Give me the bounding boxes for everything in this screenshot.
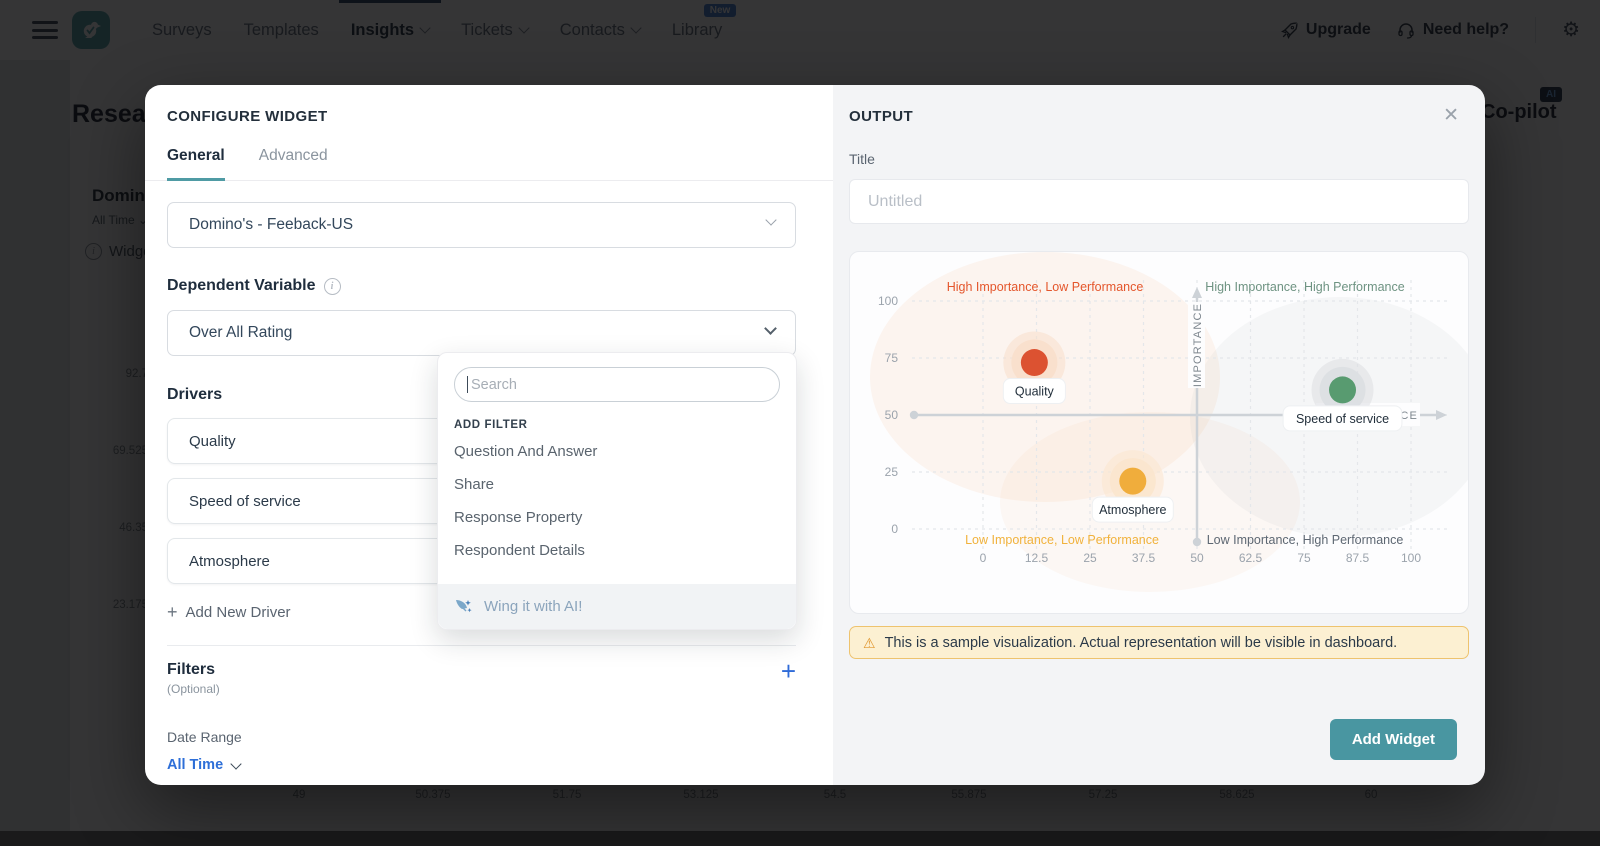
point-label: Speed of service [1296,412,1389,426]
x-tick-label: 37.5 [1132,551,1156,565]
dependent-variable-label: Dependent Variable i [167,277,796,295]
x-tick-label: 12.5 [1025,551,1049,565]
y-tick-label: 50 [885,408,899,422]
y-axis-title: IMPORTANCE [1192,303,1204,387]
chevron-down-icon [765,214,777,226]
x-tick-label: 87.5 [1346,551,1370,565]
y-tick-label: 0 [891,522,898,536]
app-window: SurveysTemplatesInsightsTicketsContactsL… [0,0,1600,846]
x-tick-label: 0 [980,551,987,565]
point-label: Quality [1015,385,1055,399]
text-cursor [467,376,468,393]
add-filter-button[interactable]: + [781,658,796,684]
info-icon: i [323,277,341,295]
date-range-label: Date Range [167,729,242,745]
y-tick-label: 75 [885,351,899,365]
quadrant-label-top-left: High Importance, Low Performance [947,280,1144,294]
filter-option[interactable]: Share [438,468,796,501]
x-tick-label: 100 [1401,551,1421,565]
sample-visualization-warning: ⚠ This is a sample visualization. Actual… [849,626,1469,659]
data-point-quality: Quality [1002,331,1066,405]
modal-title: CONFIGURE WIDGET [167,108,328,125]
x-tick-label: 62.5 [1239,551,1263,565]
add-new-driver-button[interactable]: + Add New Driver [167,602,291,623]
quadrant-label-bottom-left: Low Importance, Low Performance [965,533,1159,547]
widget-title-label: Title [849,151,875,167]
chart-preview-card: PERFORMANCE IMPORTANCE High Importance, … [849,251,1469,614]
filter-options-list: Question And Answer Share Response Propert… [438,435,796,567]
warning-text: This is a sample visualization. Actual r… [884,634,1398,651]
add-filter-dropdown: ADD FILTER Question And AnswerShareRespo… [437,352,797,630]
x-tick-label: 75 [1297,551,1311,565]
point-label: Atmosphere [1099,503,1166,517]
widget-title-input[interactable] [849,179,1469,224]
filter-option[interactable]: Response Property [438,501,796,534]
tab-general[interactable]: General [167,147,225,181]
filter-option[interactable]: Question And Answer [438,435,796,468]
y-tick-label: 25 [885,465,899,479]
x-tick-label: 25 [1083,551,1097,565]
y-tick-label: 100 [878,294,898,308]
wing-it-with-ai-option[interactable]: Wing it with AI! [438,584,796,629]
chevron-down-icon [764,322,777,335]
output-title: OUTPUT [849,108,914,125]
quadrant-label-bottom-right: Low Importance, High Performance [1207,533,1404,547]
output-pane: OUTPUT ✕ Title PERFORMANCE [833,85,1485,785]
quadrant-label-top-right: High Importance, High Performance [1205,280,1404,294]
dependent-variable-select[interactable]: Over All Rating [167,310,796,356]
plus-icon: + [167,602,178,622]
chevron-down-icon [230,758,242,770]
filter-option[interactable]: Respondent Details [438,534,796,567]
survey-select-value: Domino's - Feeback-US [189,216,354,233]
survey-select[interactable]: Domino's - Feeback-US [167,202,796,248]
dependent-variable-value: Over All Rating [189,324,293,341]
search-input[interactable] [454,367,780,402]
configure-pane: CONFIGURE WIDGET General Advanced Domino… [145,85,833,785]
close-icon[interactable]: ✕ [1443,106,1459,125]
divider [167,645,796,646]
wing-it-with-ai-label: Wing it with AI! [484,598,583,615]
configure-widget-modal: CONFIGURE WIDGET General Advanced Domino… [145,85,1485,785]
add-widget-button[interactable]: Add Widget [1329,719,1457,760]
date-range-select[interactable]: All Time [167,757,242,773]
feather-ai-icon [456,600,472,613]
quadrant-chart: PERFORMANCE IMPORTANCE High Importance, … [870,252,1468,592]
x-tick-label: 50 [1190,551,1204,565]
warning-icon: ⚠ [863,634,876,651]
add-filter-section-label: ADD FILTER [454,419,528,431]
modal-tabs: General Advanced [145,147,833,181]
tab-advanced[interactable]: Advanced [259,147,328,180]
filters-heading: Filters (Optional) [167,661,220,696]
